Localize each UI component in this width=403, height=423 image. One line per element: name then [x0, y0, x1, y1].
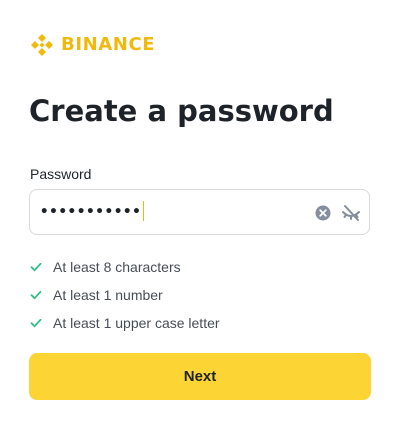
- requirement-text: At least 8 characters: [53, 259, 181, 275]
- password-masked-text: •••••••••••: [40, 204, 142, 220]
- clear-circle-x-icon[interactable]: [315, 205, 331, 221]
- password-input[interactable]: •••••••••••: [29, 189, 370, 235]
- requirement-text: At least 1 upper case letter: [53, 315, 220, 331]
- check-icon: [30, 262, 42, 272]
- text-caret: [142, 201, 144, 221]
- binance-diamond-icon: [31, 34, 53, 56]
- requirement-item: At least 1 number: [29, 281, 220, 309]
- password-requirements: At least 8 characters At least 1 number …: [29, 253, 220, 337]
- page-title: Create a password: [29, 94, 334, 128]
- brand-name: BINANCE: [61, 34, 156, 55]
- requirement-item: At least 8 characters: [29, 253, 220, 281]
- check-icon: [30, 318, 42, 328]
- next-button[interactable]: Next: [29, 353, 371, 400]
- brand-logo: BINANCE: [30, 33, 155, 57]
- eye-slash-icon[interactable]: [341, 203, 361, 223]
- password-value[interactable]: •••••••••••: [40, 190, 144, 234]
- requirement-text: At least 1 number: [53, 287, 163, 303]
- password-label: Password: [30, 166, 92, 182]
- check-icon: [30, 290, 42, 300]
- requirement-item: At least 1 upper case letter: [29, 309, 220, 337]
